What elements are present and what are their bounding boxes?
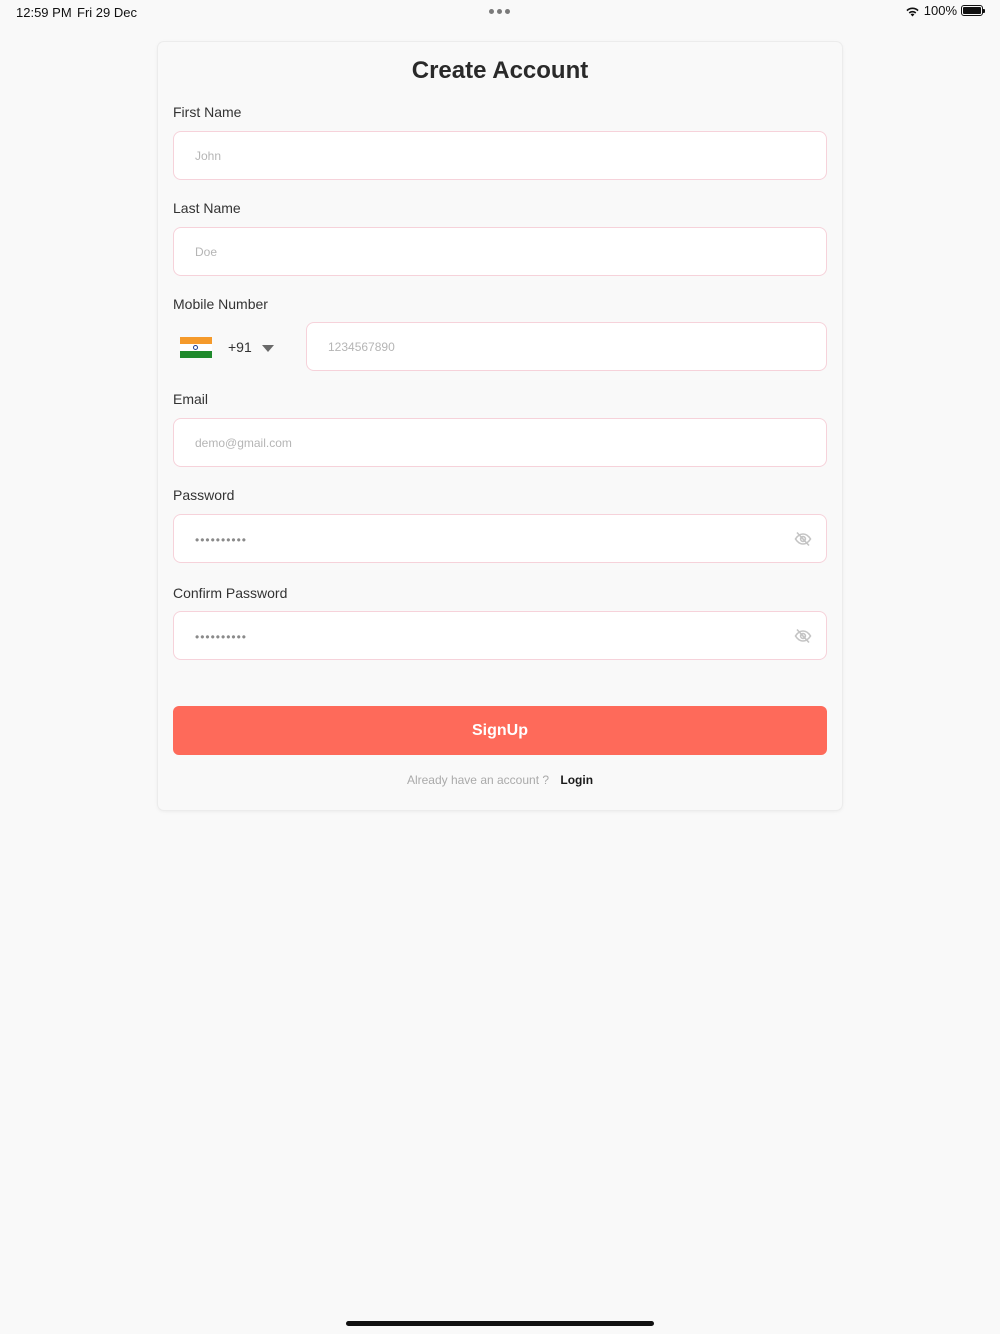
status-date: Fri 29 Dec <box>77 5 137 20</box>
last-name-field[interactable] <box>173 227 827 276</box>
mobile-number-label: Mobile Number <box>173 296 268 312</box>
signup-button[interactable]: SignUp <box>173 706 827 755</box>
password-field[interactable]: •••••••••• <box>173 514 827 563</box>
signup-card: Create Account First Name Last Name Mobi… <box>158 42 842 810</box>
last-name-label: Last Name <box>173 200 241 216</box>
eye-off-icon[interactable] <box>794 628 812 644</box>
multitasking-dots-icon[interactable] <box>489 9 510 14</box>
country-code-selector[interactable]: +91 <box>173 332 293 362</box>
login-prompt: Already have an account ? <box>406 773 550 787</box>
email-input[interactable] <box>195 419 775 466</box>
home-indicator[interactable] <box>346 1321 654 1326</box>
email-field[interactable] <box>173 418 827 467</box>
confirm-password-masked-value: •••••••••• <box>195 630 248 644</box>
battery-icon <box>961 5 985 16</box>
status-bar: 12:59 PM Fri 29 Dec 100% <box>0 0 1000 24</box>
status-indicators: 100% <box>905 3 986 18</box>
first-name-input[interactable] <box>195 132 775 179</box>
india-flag-icon <box>180 336 212 358</box>
chevron-down-icon <box>261 344 274 352</box>
status-time: 12:59 PM <box>16 5 72 20</box>
login-row: Already have an account ? Login <box>158 773 842 787</box>
mobile-number-input[interactable] <box>328 323 808 370</box>
login-link[interactable]: Login <box>560 773 593 787</box>
email-label: Email <box>173 391 209 407</box>
wifi-icon <box>906 6 919 16</box>
password-label: Password <box>173 487 235 503</box>
battery-percent: 100% <box>923 3 957 18</box>
first-name-label: First Name <box>173 104 242 120</box>
password-masked-value: •••••••••• <box>195 533 248 547</box>
confirm-password-label: Confirm Password <box>173 585 288 601</box>
first-name-field[interactable] <box>173 131 827 180</box>
mobile-number-field[interactable] <box>306 322 827 371</box>
country-code: +91 <box>228 339 252 355</box>
eye-off-icon[interactable] <box>794 531 812 547</box>
last-name-input[interactable] <box>195 228 775 275</box>
page-title: Create Account <box>411 57 589 84</box>
confirm-password-field[interactable]: •••••••••• <box>173 611 827 660</box>
